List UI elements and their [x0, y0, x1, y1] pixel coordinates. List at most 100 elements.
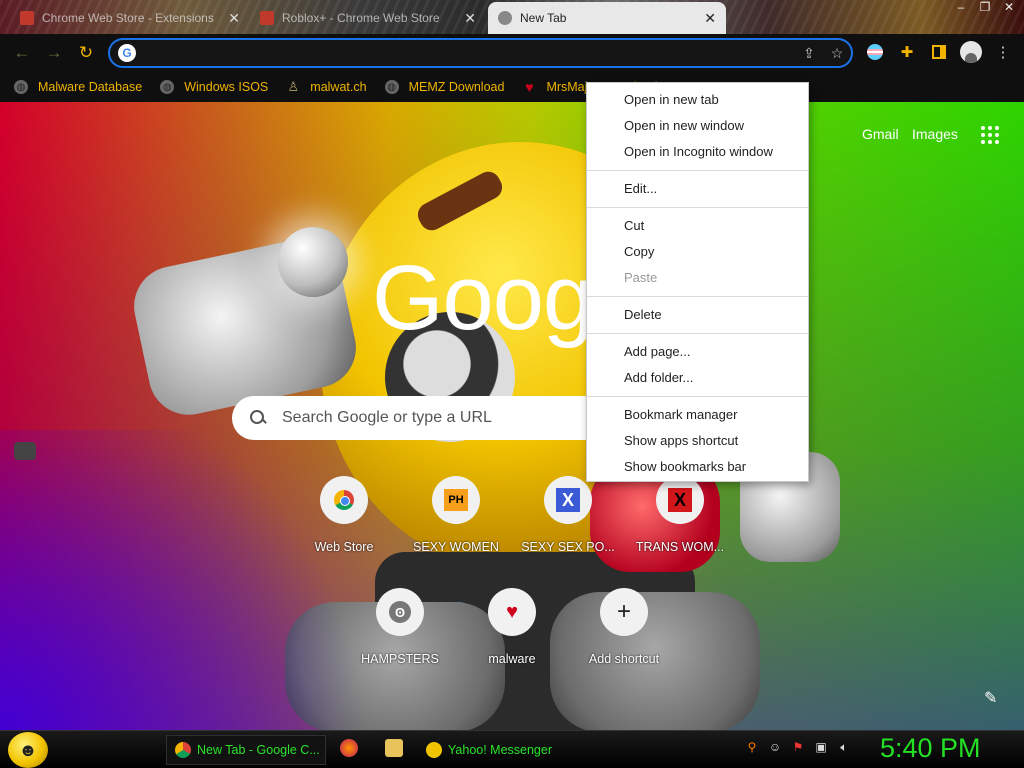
taskbar-item-yahoo-messenger[interactable]: Yahoo! Messenger [418, 735, 576, 765]
desktop-icon[interactable] [14, 442, 36, 460]
menu-item-add-folder[interactable]: Add folder... [587, 365, 808, 391]
close-tab-icon[interactable]: ✕ [464, 10, 476, 27]
flag-icon[interactable]: ⚑ [790, 739, 806, 755]
shortcut-label: SEXY WOMEN [413, 540, 499, 554]
close-icon[interactable]: ✕ [1000, 0, 1018, 18]
hamster-icon: ʘ [376, 588, 424, 636]
google-icon: G [118, 44, 136, 62]
menu-separator [587, 296, 808, 297]
tab-chrome-web-store-extensions[interactable]: Chrome Web Store - Extensions ✕ [10, 2, 250, 34]
bookmark-label: malwat.ch [310, 80, 367, 94]
shortcut-hampsters[interactable]: ʘ HAMPSTERS [344, 588, 456, 666]
shortcut-sexy-sex-po[interactable]: X SEXY SEX PO... [512, 476, 624, 554]
bookmark-memz-download[interactable]: ◍ MEMZ Download [384, 80, 505, 94]
tab-new-tab[interactable]: New Tab ✕ [488, 2, 726, 34]
system-tray: ⚲ ☺ ⚑ ▣ 🔈︎ [744, 739, 852, 755]
bookmark-label: Malware Database [38, 80, 143, 94]
shortcut-label: SEXY SEX PO... [521, 540, 615, 554]
apps-grid-icon[interactable] [981, 126, 999, 144]
minimize-icon[interactable]: ‒ [952, 0, 970, 18]
menu-separator [587, 396, 808, 397]
heart-icon: ♥ [488, 588, 536, 636]
restore-icon[interactable]: ❐ [976, 0, 994, 18]
start-button-smiley-icon[interactable]: ☻ [8, 732, 48, 768]
share-icon[interactable]: ⇪ [795, 45, 823, 62]
bookmarks-bar: ◍ Malware Database ◍ Windows ISOS ♙ malw… [0, 72, 1024, 102]
bookmark-label: Windows ISOS [184, 80, 269, 94]
window-controls: ‒ ❐ ✕ [952, 0, 1018, 18]
tab-title: Roblox+ - Chrome Web Store [282, 11, 440, 25]
shortcut-web-store[interactable]: Web Store [288, 476, 400, 554]
messenger-icon[interactable]: ☺ [767, 739, 783, 755]
omnibox[interactable]: G ⇪ ☆ [108, 38, 853, 68]
reload-icon[interactable]: ↻ [70, 38, 102, 68]
menu-item-edit[interactable]: Edit... [587, 176, 808, 202]
forward-icon[interactable]: → [38, 38, 70, 68]
menu-item-open-in-new-tab[interactable]: Open in new tab [587, 87, 808, 113]
clock[interactable]: 5:40 PM [880, 733, 981, 764]
omnibox-input[interactable] [144, 45, 795, 61]
bookmark-windows-isos[interactable]: ◍ Windows ISOS [160, 80, 268, 94]
avatar-icon[interactable] [958, 38, 984, 66]
tab-title: New Tab [520, 11, 567, 25]
add-shortcut-button[interactable]: + Add shortcut [568, 588, 680, 666]
search-icon [250, 410, 266, 426]
tab-title: Chrome Web Store - Extensions [42, 11, 214, 25]
extensions-icon[interactable]: ✚ [894, 38, 920, 66]
shortcut-trans-wom[interactable]: X TRANS WOM... [624, 476, 736, 554]
star-icon[interactable]: ☆ [823, 45, 851, 62]
chrome-store-icon [260, 11, 274, 25]
person-icon: ♙ [287, 79, 300, 94]
taskbar-item-label: Yahoo! Messenger [448, 743, 552, 757]
chrome-icon [175, 742, 191, 758]
customize-pencil-icon[interactable]: ✎ [984, 688, 997, 708]
menu-item-bookmark-manager[interactable]: Bookmark manager [587, 402, 808, 428]
gmail-link[interactable]: Gmail [862, 126, 899, 142]
close-tab-icon[interactable]: ✕ [228, 10, 240, 27]
menu-item-delete[interactable]: Delete [587, 302, 808, 328]
toolbar-right: ✚ ⋮ [862, 38, 1016, 66]
shortcut-malware[interactable]: ♥ malware [456, 588, 568, 666]
bookmark-context-menu: Open in new tab Open in new window Open … [586, 82, 809, 482]
shortcut-label: TRANS WOM... [635, 540, 725, 554]
webstore-icon [320, 476, 368, 524]
taskbar-item-chrome[interactable]: New Tab - Google C... [166, 735, 326, 765]
menu-item-show-bookmarks-bar[interactable]: Show bookmarks bar [587, 454, 808, 480]
taskbar-item-label: New Tab - Google C... [197, 743, 320, 757]
menu-separator [587, 207, 808, 208]
shortcut-label: Web Store [314, 540, 374, 554]
heart-icon: ♥ [525, 79, 534, 95]
ph-icon: PH [432, 476, 480, 524]
chrome-icon [498, 11, 512, 25]
menu-item-paste: Paste [624, 270, 658, 285]
x-red-icon: X [656, 476, 704, 524]
menu-item-copy[interactable]: Copy [587, 239, 808, 265]
menu-item-add-page[interactable]: Add page... [587, 339, 808, 365]
menu-item-open-in-new-window[interactable]: Open in new window [587, 113, 808, 139]
menu-item-cut[interactable]: Cut [587, 213, 808, 239]
tab-strip: Chrome Web Store - Extensions ✕ Roblox+ … [0, 0, 1024, 34]
shortcut-label: HAMPSTERS [361, 652, 439, 666]
plus-icon: + [600, 588, 648, 636]
close-tab-icon[interactable]: ✕ [704, 10, 716, 27]
menu-item-open-in-incognito[interactable]: Open in Incognito window [587, 139, 808, 165]
network-icon[interactable]: ▣ [813, 739, 829, 755]
bookmark-malwatch[interactable]: ♙ malwat.ch [286, 79, 367, 94]
bookmark-label: MEMZ Download [408, 80, 505, 94]
tab-roblox-plus[interactable]: Roblox+ - Chrome Web Store ✕ [250, 2, 486, 34]
shortcut-sexy-women[interactable]: PH SEXY WOMEN [400, 476, 512, 554]
menu-item-show-apps-shortcut[interactable]: Show apps shortcut [587, 428, 808, 454]
search-icon[interactable]: ⚲ [744, 739, 760, 755]
new-tab-page: Gmail Images Google Search Google or typ… [0, 102, 1024, 730]
images-link[interactable]: Images [912, 126, 958, 142]
profile-flag-icon[interactable] [862, 38, 888, 66]
x-blue-icon: X [544, 476, 592, 524]
bookmark-malware-database[interactable]: ◍ Malware Database [14, 80, 142, 94]
folder-icon[interactable] [385, 739, 403, 757]
volume-icon[interactable]: 🔈︎ [836, 739, 852, 755]
back-icon[interactable]: ← [6, 38, 38, 68]
firefox-icon[interactable] [340, 739, 358, 757]
menu-icon[interactable]: ⋮ [990, 38, 1016, 66]
side-panel-icon[interactable] [926, 38, 952, 66]
toolbar: ← → ↻ G ⇪ ☆ ✚ ⋮ [0, 34, 1024, 72]
